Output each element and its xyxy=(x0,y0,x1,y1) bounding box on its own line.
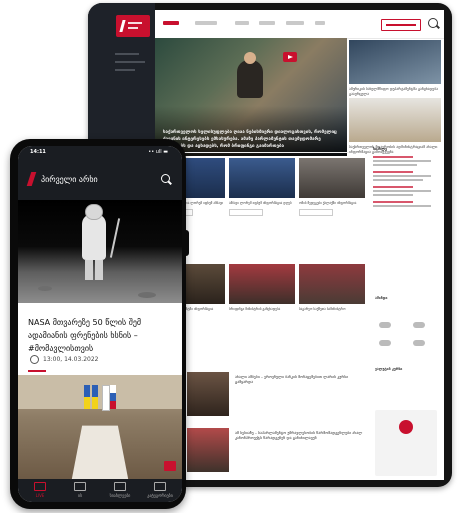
accent-divider xyxy=(28,370,46,372)
grid-icon xyxy=(154,482,166,491)
grid-card[interactable]: საგარეო საქმეთა სამინისტრო xyxy=(299,264,365,312)
play-icon[interactable] xyxy=(283,52,297,62)
article-image-moon[interactable] xyxy=(18,200,182,303)
channel-logo-icon[interactable] xyxy=(26,172,37,186)
hero-article[interactable]: საქართველოს ხელისუფლება ღიაა ნებისმიერი … xyxy=(155,38,347,156)
article-image-meeting[interactable] xyxy=(18,375,182,482)
tab-categories[interactable]: კატეგორიები xyxy=(140,482,180,498)
weather-title: ამინდი xyxy=(375,296,388,300)
status-bar: 14:11 •• ull ▬ xyxy=(18,146,182,160)
nav-item-more[interactable] xyxy=(315,21,325,25)
side-card-image xyxy=(349,40,441,84)
more-button[interactable] xyxy=(229,208,263,216)
more-button[interactable] xyxy=(299,208,333,216)
grid-card[interactable]: ომის შედეგები ქალაქში ინფორმაცია xyxy=(299,158,365,216)
live-button[interactable] xyxy=(381,19,421,31)
list-item-text: ახალი ამბები – ეროვნული ბანკის მონაცემებ… xyxy=(235,374,349,385)
tablet-top-nav xyxy=(155,10,444,39)
video-icon xyxy=(74,482,86,491)
grid-card-image xyxy=(229,158,295,198)
signal-icon: •• ull ▬ xyxy=(148,149,168,155)
nav-item-politics[interactable] xyxy=(195,21,217,25)
hero-person xyxy=(237,52,263,98)
tab-live[interactable]: LIVE xyxy=(20,482,60,498)
list-item[interactable]: ამ სესიაზე – საპარლამენტო უმრავლესობის წ… xyxy=(159,428,369,472)
next-arrow-icon[interactable] xyxy=(164,461,176,471)
tablet-logo[interactable] xyxy=(116,15,150,37)
right-column-title: სიახლე xyxy=(373,147,387,151)
currency-title: ვალუტის კურსი xyxy=(375,367,403,371)
news-icon xyxy=(114,482,126,491)
tab-news[interactable]: სიახლეები xyxy=(100,482,140,498)
right-news-column: სიახლე xyxy=(373,147,439,209)
app-logo-icon xyxy=(399,420,413,434)
tablet-screen: საქართველოს ხელისუფლება ღიაა ნებისმიერი … xyxy=(155,10,444,480)
phone-side-button xyxy=(184,230,189,256)
grid-card[interactable]: ამბავი ლორემ იფსუმ ინფორმაცია დღეს xyxy=(229,158,295,216)
grid-card-image xyxy=(299,158,365,198)
list-item-image xyxy=(187,428,229,472)
weather-widget xyxy=(375,310,437,358)
tv-icon xyxy=(34,482,46,491)
nav-item-world[interactable] xyxy=(286,21,304,25)
grid-card[interactable]: ბრიფინგი მინისტრის განცხადება xyxy=(229,264,295,312)
app-promo[interactable] xyxy=(375,410,437,476)
nav-item-society[interactable] xyxy=(259,21,275,25)
status-time: 14:11 xyxy=(30,149,46,155)
nav-item-economy[interactable] xyxy=(235,21,249,25)
search-icon[interactable] xyxy=(428,18,438,28)
grid-card-image xyxy=(299,264,365,304)
side-card-image xyxy=(349,98,441,142)
article-meta: 13:00, 14.03.2022 xyxy=(30,355,98,364)
article-headline[interactable]: NASA მთვარეზე 50 წლის შემ ადამიანის ფრენ… xyxy=(28,316,176,355)
bottom-tab-bar: LIVE ის სიახლეები კატეგორიები xyxy=(18,479,182,502)
side-card-text: ამერიკის სახელმწიფო დეპარტამენტმა განცხა… xyxy=(349,87,438,96)
list-item[interactable]: ახალი ამბები – ეროვნული ბანკის მონაცემებ… xyxy=(159,372,369,416)
grid-card-image xyxy=(229,264,295,304)
tab-video[interactable]: ის xyxy=(60,482,100,498)
hero-caption: საქართველოს ხელისუფლება ღიაა ნებისმიერი … xyxy=(163,130,337,149)
phone-screen: 14:11 •• ull ▬ პირველი არხი NASA მთვარეზ… xyxy=(18,146,182,502)
nav-item-main[interactable] xyxy=(163,21,179,25)
app-header: პირველი არხი xyxy=(18,160,182,200)
clock-icon xyxy=(30,355,39,364)
article-date: 13:00, 14.03.2022 xyxy=(43,356,99,363)
list-item-text: ამ სესიაზე – საპარლამენტო უმრავლესობის წ… xyxy=(235,430,363,441)
channel-title: პირველი არხი xyxy=(41,175,98,184)
side-card-1[interactable]: ამერიკის სახელმწიფო დეპარტამენტმა განცხა… xyxy=(349,40,441,97)
meeting-table xyxy=(71,425,129,482)
search-icon[interactable] xyxy=(161,174,170,183)
astronaut xyxy=(82,204,106,280)
list-item-image xyxy=(187,372,229,416)
